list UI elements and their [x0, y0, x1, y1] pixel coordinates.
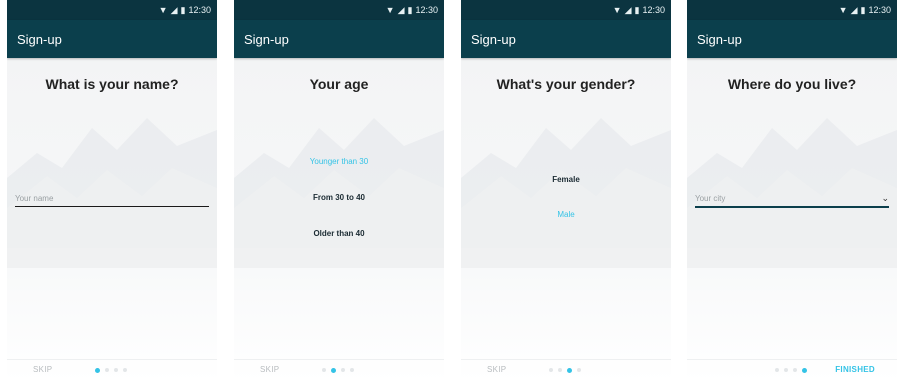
gender-option-male[interactable]: Male [461, 210, 671, 219]
page-dot [322, 368, 326, 372]
app-title: Sign-up [471, 31, 516, 47]
page-dot [577, 368, 581, 372]
mountain-background-image [687, 58, 897, 382]
city-select[interactable]: Your city ⌄ [695, 190, 889, 208]
page-dot [802, 367, 807, 373]
skip-button[interactable]: SKIP [260, 365, 279, 374]
finished-button[interactable]: FINISHED [835, 365, 875, 374]
page-dot [105, 368, 109, 372]
status-bar: ▼ ◢ ▮ 12:30 [687, 0, 897, 20]
age-option-30-to-40[interactable]: From 30 to 40 [234, 193, 444, 202]
app-bar: Sign-up [687, 20, 897, 58]
app-bar: Sign-up [234, 20, 444, 58]
status-time: 12:30 [188, 5, 211, 15]
battery-icon: ▮ [407, 4, 413, 15]
app-title: Sign-up [697, 31, 742, 47]
age-option-older-40[interactable]: Older than 40 [234, 229, 444, 238]
wifi-icon: ▼ [385, 4, 395, 15]
footer: SKIP [461, 360, 671, 382]
page-dot [793, 368, 797, 372]
name-input[interactable] [15, 190, 209, 207]
age-option-younger-30[interactable]: Younger than 30 [234, 157, 444, 166]
mountain-background-image [461, 58, 671, 382]
battery-icon: ▮ [180, 4, 186, 15]
screen-name: ▼ ◢ ▮ 12:30 Sign-up What is your name? S… [7, 0, 217, 382]
signal-icon: ◢ [170, 4, 178, 15]
page-indicator [322, 367, 354, 373]
page-dot [775, 368, 779, 372]
page-dot [350, 368, 354, 372]
app-title: Sign-up [244, 31, 289, 47]
question-title: What is your name? [45, 76, 179, 92]
status-bar: ▼ ◢ ▮ 12:30 [461, 0, 671, 20]
battery-icon: ▮ [634, 4, 640, 15]
page-dot [567, 367, 572, 373]
content: Your age Younger than 30 From 30 to 40 O… [234, 58, 444, 382]
page-dot [341, 368, 345, 372]
footer: FINISHED [687, 360, 897, 382]
content: What's your gender? Female Male SKIP [461, 58, 671, 382]
status-time: 12:30 [868, 5, 891, 15]
page-indicator [775, 367, 807, 373]
app-bar: Sign-up [7, 20, 217, 58]
signal-icon: ◢ [397, 4, 405, 15]
page-dot [95, 367, 100, 373]
wifi-icon: ▼ [158, 4, 168, 15]
content: What is your name? SKIP [7, 58, 217, 382]
skip-button[interactable]: SKIP [487, 365, 506, 374]
wifi-icon: ▼ [838, 4, 848, 15]
page-dot [558, 368, 562, 372]
skip-button[interactable]: SKIP [33, 365, 52, 374]
page-dot [114, 368, 118, 372]
city-select-placeholder: Your city [695, 193, 726, 203]
battery-icon: ▮ [860, 4, 866, 15]
footer: SKIP [234, 360, 444, 382]
screen-city: ▼ ◢ ▮ 12:30 Sign-up Where do you live? Y… [687, 0, 897, 382]
screen-age: ▼ ◢ ▮ 12:30 Sign-up Your age Younger tha… [234, 0, 444, 382]
footer: SKIP [7, 360, 217, 382]
screen-gender: ▼ ◢ ▮ 12:30 Sign-up What's your gender? … [461, 0, 671, 382]
status-bar: ▼ ◢ ▮ 12:30 [234, 0, 444, 20]
mountain-background-image [234, 58, 444, 382]
mountain-background-image [7, 58, 217, 382]
question-title: Your age [309, 76, 369, 92]
signal-icon: ◢ [850, 4, 858, 15]
gender-option-female[interactable]: Female [461, 175, 671, 184]
status-time: 12:30 [642, 5, 665, 15]
app-bar: Sign-up [461, 20, 671, 58]
page-dot [549, 368, 553, 372]
page-dot [123, 368, 127, 372]
signal-icon: ◢ [624, 4, 632, 15]
page-dot [331, 367, 336, 373]
question-title: Where do you live? [727, 76, 857, 92]
page-dot [784, 368, 788, 372]
wifi-icon: ▼ [612, 4, 622, 15]
status-bar: ▼ ◢ ▮ 12:30 [7, 0, 217, 20]
status-time: 12:30 [415, 5, 438, 15]
content: Where do you live? Your city ⌄ FINISHED [687, 58, 897, 382]
app-title: Sign-up [17, 31, 62, 47]
question-title: What's your gender? [496, 76, 636, 92]
page-indicator [549, 367, 581, 373]
chevron-down-icon: ⌄ [881, 192, 889, 203]
page-indicator [95, 367, 127, 373]
